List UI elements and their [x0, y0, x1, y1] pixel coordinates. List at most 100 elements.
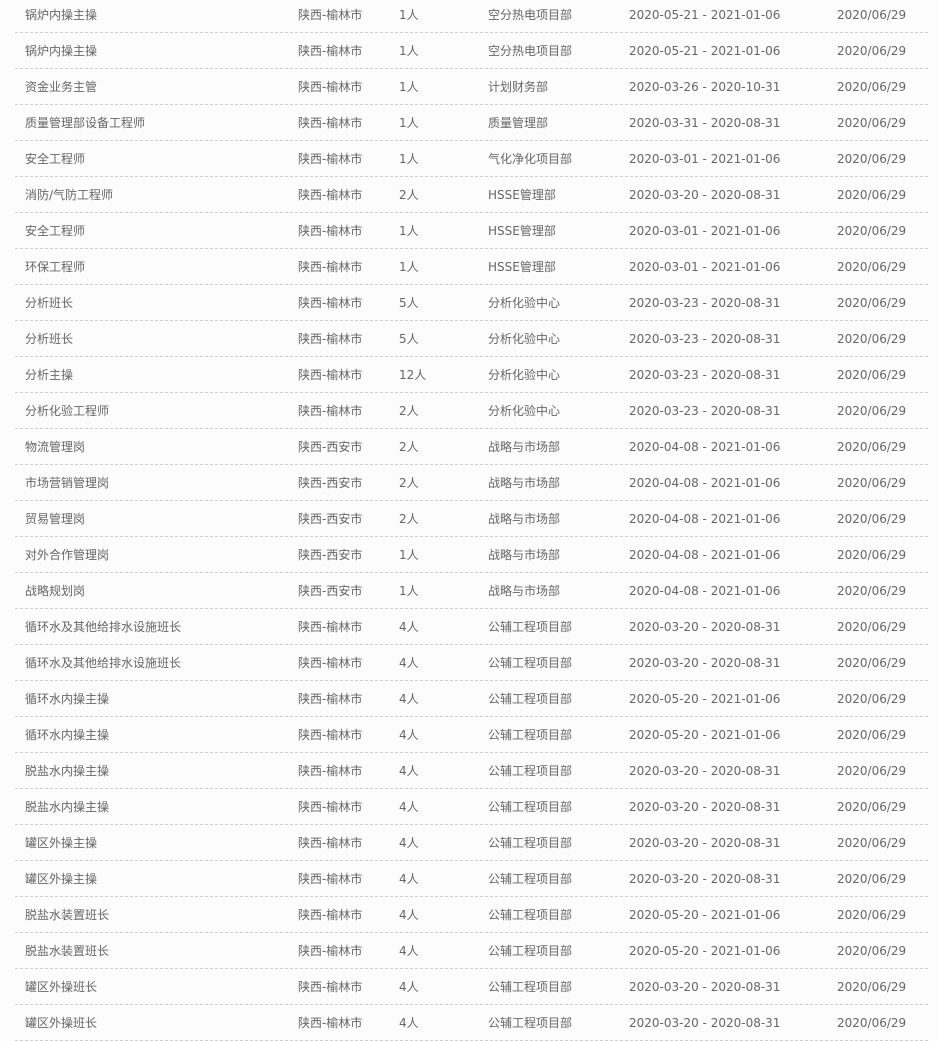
job-location: 陕西-榆林市 [298, 728, 363, 742]
job-location: 陕西-榆林市 [298, 1016, 363, 1030]
job-title[interactable]: 贸易管理岗 [25, 501, 85, 537]
job-department: 公辅工程项目部 [488, 692, 573, 706]
job-headcount: 1人 [399, 116, 419, 130]
job-department: 分析化验中心 [488, 368, 561, 382]
job-row[interactable]: 分析班长 陕西-榆林市 5人 分析化验中心 2020-03-23 - 2020-08-3… [15, 321, 928, 357]
job-posted-date: 2020/06/29 [837, 1016, 907, 1030]
job-row[interactable]: 资金业务主管 陕西-榆林市 1人 计划财务部 2020-03-26 - 2020-10-… [15, 69, 928, 105]
job-headcount: 4人 [399, 728, 419, 742]
job-headcount: 4人 [399, 836, 419, 850]
job-row[interactable]: 罐区外操主操 陕西-榆林市 4人 公辅工程项目部 2020-03-20 - 2020-0… [15, 861, 928, 897]
job-title[interactable]: 物流管理岗 [25, 429, 85, 465]
job-row[interactable]: 对外合作管理岗 陕西-西安市 1人 战略与市场部 2020-04-08 - 2021-0… [15, 537, 928, 573]
job-title[interactable]: 对外合作管理岗 [25, 537, 109, 573]
job-period: 2020-03-23 - 2020-08-31 [629, 404, 781, 418]
job-posted-date: 2020/06/29 [837, 476, 907, 490]
job-row[interactable]: 循环水及其他给排水设施班长 陕西-榆林市 4人 公辅工程项目部 2020-03-20 -… [15, 609, 928, 645]
job-row[interactable]: 消防/气防工程师 陕西-榆林市 2人 HSSE管理部 2020-03-20 - 2020… [15, 177, 928, 213]
job-period: 2020-03-01 - 2021-01-06 [629, 224, 781, 238]
job-headcount: 4人 [399, 620, 419, 634]
job-department: 分析化验中心 [488, 332, 561, 346]
job-period: 2020-04-08 - 2021-01-06 [629, 584, 781, 598]
job-title[interactable]: 罐区外操主操 [25, 825, 97, 861]
job-headcount: 5人 [399, 332, 419, 346]
job-title[interactable]: 锅炉内操主操 [25, 33, 97, 69]
job-row[interactable]: 市场营销管理岗 陕西-西安市 2人 战略与市场部 2020-04-08 - 2021-0… [15, 465, 928, 501]
job-row[interactable]: 战略规划岗 陕西-西安市 1人 战略与市场部 2020-04-08 - 2021-01-… [15, 573, 928, 609]
job-row[interactable]: 脱盐水内操主操 陕西-榆林市 4人 公辅工程项目部 2020-03-20 - 2020-… [15, 789, 928, 825]
job-location: 陕西-榆林市 [298, 944, 363, 958]
job-row[interactable]: 循环水内操主操 陕西-榆林市 4人 公辅工程项目部 2020-05-20 - 2021-… [15, 717, 928, 753]
job-location: 陕西-榆林市 [298, 872, 363, 886]
job-title[interactable]: 环保工程师 [25, 249, 85, 285]
job-row[interactable]: 安全工程师 陕西-榆林市 1人 气化净化项目部 2020-03-01 - 2021-01… [15, 141, 928, 177]
job-title[interactable]: 分析化验工程师 [25, 393, 109, 429]
job-title[interactable]: 循环水内操主操 [25, 681, 109, 717]
job-title[interactable]: 脱盐水装置班长 [25, 897, 109, 933]
job-row[interactable]: 罐区外操班长 陕西-榆林市 4人 公辅工程项目部 2020-03-20 - 2020-0… [15, 969, 928, 1005]
job-department: 公辅工程项目部 [488, 836, 573, 850]
job-row[interactable]: 质量管理部设备工程师 陕西-榆林市 1人 质量管理部 2020-03-31 - 2020… [15, 105, 928, 141]
job-row[interactable]: 脱盐水装置班长 陕西-榆林市 4人 公辅工程项目部 2020-05-20 - 2021-… [15, 897, 928, 933]
job-row[interactable]: 脱盐水内操主操 陕西-榆林市 4人 公辅工程项目部 2020-03-20 - 2020-… [15, 753, 928, 789]
job-title[interactable]: 循环水及其他给排水设施班长 [25, 609, 181, 645]
job-title[interactable]: 罐区外操班长 [25, 1005, 97, 1041]
job-posted-date: 2020/06/29 [837, 836, 907, 850]
job-row[interactable]: 分析班长 陕西-榆林市 5人 分析化验中心 2020-03-23 - 2020-08-3… [15, 285, 928, 321]
job-department: 公辅工程项目部 [488, 872, 573, 886]
job-posted-date: 2020/06/29 [837, 908, 907, 922]
job-row[interactable]: 贸易管理岗 陕西-西安市 2人 战略与市场部 2020-04-08 - 2021-01-… [15, 501, 928, 537]
job-title[interactable]: 市场营销管理岗 [25, 465, 109, 501]
job-posted-date: 2020/06/29 [837, 116, 907, 130]
job-row[interactable]: 脱盐水装置班长 陕西-榆林市 4人 公辅工程项目部 2020-05-20 - 2021-… [15, 933, 928, 969]
job-row[interactable]: 罐区外操班长 陕西-榆林市 4人 公辅工程项目部 2020-03-20 - 2020-0… [15, 1005, 928, 1041]
job-location: 陕西-榆林市 [298, 296, 363, 310]
job-department: 分析化验中心 [488, 296, 561, 310]
job-row[interactable]: 锅炉内操主操 陕西-榆林市 1人 空分热电项目部 2020-05-21 - 2021-0… [15, 33, 928, 69]
job-posted-date: 2020/06/29 [837, 188, 907, 202]
job-posted-date: 2020/06/29 [837, 224, 907, 238]
job-title[interactable]: 脱盐水内操主操 [25, 789, 109, 825]
job-location: 陕西-榆林市 [298, 332, 363, 346]
job-title[interactable]: 分析主操 [25, 357, 73, 393]
job-row[interactable]: 锅炉内操主操 陕西-榆林市 1人 空分热电项目部 2020-05-21 - 2021-0… [15, 0, 928, 33]
job-period: 2020-03-20 - 2020-08-31 [629, 800, 781, 814]
job-row[interactable]: 循环水及其他给排水设施班长 陕西-榆林市 4人 公辅工程项目部 2020-03-20 -… [15, 645, 928, 681]
job-department: 战略与市场部 [488, 512, 561, 526]
job-title[interactable]: 锅炉内操主操 [25, 0, 97, 33]
job-posted-date: 2020/06/29 [837, 80, 907, 94]
job-row[interactable]: 分析化验工程师 陕西-榆林市 2人 分析化验中心 2020-03-23 - 2020-0… [15, 393, 928, 429]
job-row[interactable]: 安全工程师 陕西-榆林市 1人 HSSE管理部 2020-03-01 - 2021-01… [15, 213, 928, 249]
job-headcount: 1人 [399, 548, 419, 562]
job-title[interactable]: 分析班长 [25, 285, 73, 321]
job-title[interactable]: 质量管理部设备工程师 [25, 105, 145, 141]
job-headcount: 2人 [399, 188, 419, 202]
job-title[interactable]: 安全工程师 [25, 213, 85, 249]
job-period: 2020-03-20 - 2020-08-31 [629, 188, 781, 202]
job-title[interactable]: 资金业务主管 [25, 69, 97, 105]
job-row[interactable]: 罐区外操主操 陕西-榆林市 4人 公辅工程项目部 2020-03-20 - 2020-0… [15, 825, 928, 861]
job-department: 公辅工程项目部 [488, 800, 573, 814]
job-department: 战略与市场部 [488, 476, 561, 490]
job-posted-date: 2020/06/29 [837, 944, 907, 958]
job-title[interactable]: 循环水内操主操 [25, 717, 109, 753]
job-row[interactable]: 环保工程师 陕西-榆林市 1人 HSSE管理部 2020-03-01 - 2021-01… [15, 249, 928, 285]
job-title[interactable]: 脱盐水装置班长 [25, 933, 109, 969]
job-title[interactable]: 分析班长 [25, 321, 73, 357]
job-title[interactable]: 循环水及其他给排水设施班长 [25, 645, 181, 681]
job-title[interactable]: 罐区外操主操 [25, 861, 97, 897]
job-title[interactable]: 消防/气防工程师 [25, 177, 113, 213]
job-title[interactable]: 战略规划岗 [25, 573, 85, 609]
job-period: 2020-03-31 - 2020-08-31 [629, 116, 781, 130]
job-location: 陕西-榆林市 [298, 152, 363, 166]
job-period: 2020-03-20 - 2020-08-31 [629, 836, 781, 850]
job-title[interactable]: 安全工程师 [25, 141, 85, 177]
job-row[interactable]: 分析主操 陕西-榆林市 12人 分析化验中心 2020-03-23 - 2020-08-… [15, 357, 928, 393]
job-row[interactable]: 物流管理岗 陕西-西安市 2人 战略与市场部 2020-04-08 - 2021-01-… [15, 429, 928, 465]
job-department: 空分热电项目部 [488, 8, 573, 22]
job-headcount: 4人 [399, 800, 419, 814]
job-row[interactable]: 循环水内操主操 陕西-榆林市 4人 公辅工程项目部 2020-05-20 - 2021-… [15, 681, 928, 717]
job-title[interactable]: 罐区外操班长 [25, 969, 97, 1005]
job-title[interactable]: 脱盐水内操主操 [25, 753, 109, 789]
job-posted-date: 2020/06/29 [837, 260, 907, 274]
